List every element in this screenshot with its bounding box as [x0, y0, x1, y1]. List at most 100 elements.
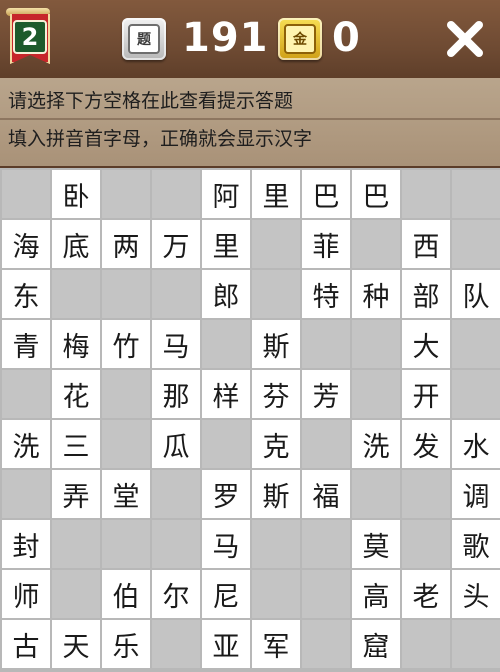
grid-cell-filled[interactable]: 卧 [52, 170, 100, 218]
grid-cell-blank[interactable] [252, 220, 300, 268]
grid-cell-filled[interactable]: 乐 [102, 620, 150, 668]
grid-cell-filled[interactable]: 克 [252, 420, 300, 468]
grid-cell-filled[interactable]: 罗 [202, 470, 250, 518]
grid-cell-blank[interactable] [302, 420, 350, 468]
grid-cell-filled[interactable]: 高 [352, 570, 400, 618]
grid-cell-filled[interactable]: 两 [102, 220, 150, 268]
grid-cell-filled[interactable]: 斯 [252, 470, 300, 518]
grid-cell-filled[interactable]: 瓜 [152, 420, 200, 468]
grid-cell-blank[interactable] [402, 620, 450, 668]
grid-cell-blank[interactable] [302, 570, 350, 618]
grid-cell-filled[interactable]: 大 [402, 320, 450, 368]
grid-cell-blank[interactable] [452, 620, 500, 668]
grid-cell-filled[interactable]: 师 [2, 570, 50, 618]
grid-cell-filled[interactable]: 发 [402, 420, 450, 468]
grid-cell-blank[interactable] [202, 420, 250, 468]
grid-cell-blank[interactable] [252, 270, 300, 318]
grid-cell-filled[interactable]: 部 [402, 270, 450, 318]
grid-cell-filled[interactable]: 封 [2, 520, 50, 568]
grid-cell-blank[interactable] [152, 470, 200, 518]
grid-cell-blank[interactable] [2, 370, 50, 418]
grid-cell-filled[interactable]: 郎 [202, 270, 250, 318]
grid-cell-blank[interactable] [102, 270, 150, 318]
grid-cell-blank[interactable] [352, 470, 400, 518]
grid-cell-filled[interactable]: 尔 [152, 570, 200, 618]
grid-cell-blank[interactable] [452, 170, 500, 218]
grid-cell-filled[interactable]: 梅 [52, 320, 100, 368]
grid-cell-filled[interactable]: 马 [202, 520, 250, 568]
grid-cell-filled[interactable]: 尼 [202, 570, 250, 618]
grid-cell-filled[interactable]: 开 [402, 370, 450, 418]
grid-cell-filled[interactable]: 亚 [202, 620, 250, 668]
grid-cell-filled[interactable]: 老 [402, 570, 450, 618]
grid-cell-blank[interactable] [452, 220, 500, 268]
grid-cell-filled[interactable]: 莫 [352, 520, 400, 568]
level-badge[interactable]: 2 [6, 4, 50, 74]
grid-cell-blank[interactable] [102, 520, 150, 568]
grid-cell-filled[interactable]: 里 [202, 220, 250, 268]
grid-cell-blank[interactable] [452, 370, 500, 418]
grid-cell-filled[interactable]: 洗 [2, 420, 50, 468]
grid-cell-filled[interactable]: 歌 [452, 520, 500, 568]
grid-cell-filled[interactable]: 种 [352, 270, 400, 318]
grid-cell-blank[interactable] [52, 270, 100, 318]
grid-cell-filled[interactable]: 阿 [202, 170, 250, 218]
grid-cell-filled[interactable]: 头 [452, 570, 500, 618]
grid-cell-filled[interactable]: 天 [52, 620, 100, 668]
grid-cell-blank[interactable] [352, 220, 400, 268]
grid-cell-blank[interactable] [302, 320, 350, 368]
grid-cell-blank[interactable] [152, 170, 200, 218]
grid-cell-filled[interactable]: 军 [252, 620, 300, 668]
grid-cell-blank[interactable] [102, 420, 150, 468]
grid-cell-filled[interactable]: 马 [152, 320, 200, 368]
grid-cell-blank[interactable] [152, 520, 200, 568]
grid-cell-filled[interactable]: 底 [52, 220, 100, 268]
grid-cell-filled[interactable]: 芬 [252, 370, 300, 418]
grid-cell-filled[interactable]: 里 [252, 170, 300, 218]
grid-cell-blank[interactable] [152, 270, 200, 318]
grid-cell-blank[interactable] [102, 370, 150, 418]
grid-cell-blank[interactable] [402, 170, 450, 218]
grid-cell-blank[interactable] [2, 170, 50, 218]
grid-cell-blank[interactable] [252, 520, 300, 568]
grid-cell-blank[interactable] [152, 620, 200, 668]
grid-cell-filled[interactable]: 样 [202, 370, 250, 418]
grid-cell-blank[interactable] [302, 620, 350, 668]
grid-cell-blank[interactable] [102, 170, 150, 218]
grid-cell-filled[interactable]: 万 [152, 220, 200, 268]
grid-cell-filled[interactable]: 巴 [302, 170, 350, 218]
grid-cell-blank[interactable] [252, 570, 300, 618]
grid-cell-filled[interactable]: 巴 [352, 170, 400, 218]
grid-cell-filled[interactable]: 海 [2, 220, 50, 268]
grid-cell-blank[interactable] [452, 320, 500, 368]
grid-cell-filled[interactable]: 弄 [52, 470, 100, 518]
grid-cell-filled[interactable]: 古 [2, 620, 50, 668]
grid-cell-filled[interactable]: 堂 [102, 470, 150, 518]
grid-cell-filled[interactable]: 特 [302, 270, 350, 318]
grid-cell-filled[interactable]: 队 [452, 270, 500, 318]
grid-cell-blank[interactable] [52, 520, 100, 568]
grid-cell-filled[interactable]: 福 [302, 470, 350, 518]
grid-cell-blank[interactable] [52, 570, 100, 618]
grid-cell-blank[interactable] [352, 320, 400, 368]
grid-cell-blank[interactable] [352, 370, 400, 418]
grid-cell-filled[interactable]: 水 [452, 420, 500, 468]
grid-cell-filled[interactable]: 东 [2, 270, 50, 318]
grid-cell-filled[interactable]: 青 [2, 320, 50, 368]
grid-cell-blank[interactable] [302, 520, 350, 568]
grid-cell-filled[interactable]: 窟 [352, 620, 400, 668]
grid-cell-blank[interactable] [402, 520, 450, 568]
grid-cell-filled[interactable]: 西 [402, 220, 450, 268]
grid-cell-filled[interactable]: 洗 [352, 420, 400, 468]
grid-cell-blank[interactable] [2, 470, 50, 518]
grid-cell-blank[interactable] [402, 470, 450, 518]
grid-cell-filled[interactable]: 菲 [302, 220, 350, 268]
grid-cell-filled[interactable]: 斯 [252, 320, 300, 368]
grid-cell-filled[interactable]: 调 [452, 470, 500, 518]
grid-cell-filled[interactable]: 花 [52, 370, 100, 418]
grid-cell-filled[interactable]: 竹 [102, 320, 150, 368]
grid-cell-filled[interactable]: 伯 [102, 570, 150, 618]
grid-cell-filled[interactable]: 那 [152, 370, 200, 418]
close-button[interactable] [440, 14, 490, 64]
grid-cell-blank[interactable] [202, 320, 250, 368]
